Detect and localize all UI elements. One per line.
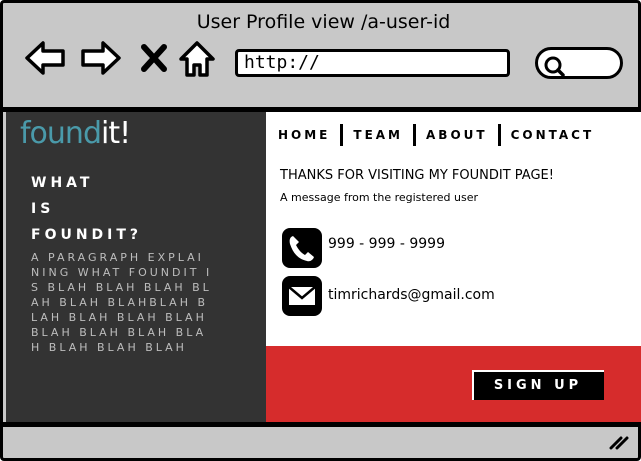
phone-icon: [282, 228, 322, 268]
email-address[interactable]: timrichards@gmail.com: [328, 287, 495, 303]
heading-line-2: IS: [31, 201, 55, 217]
back-button[interactable]: [23, 37, 67, 79]
window-title: User Profile view /a-user-id: [196, 11, 451, 33]
nav-team[interactable]: TEAM: [343, 128, 413, 142]
close-icon: [141, 44, 167, 72]
page-heading: THANKS FOR VISITING MY FOUNDIT PAGE!: [280, 168, 554, 183]
nav-about[interactable]: ABOUT: [416, 128, 498, 142]
phone-number: 999 - 999 - 9999: [328, 236, 445, 252]
status-divider: [3, 422, 641, 427]
resize-handle-icon[interactable]: [609, 434, 629, 454]
heading-line-1: WHAT: [31, 175, 94, 191]
logo[interactable]: foundit!: [20, 116, 131, 151]
logo-found: found: [20, 116, 102, 151]
sidebar-heading: WHAT IS FOUNDIT?: [31, 172, 181, 246]
main-content: HOME TEAM ABOUT CONTACT THANKS FOR VISIT…: [266, 112, 641, 422]
nav-contact[interactable]: CONTACT: [501, 128, 605, 142]
stop-button[interactable]: [137, 37, 171, 79]
top-nav: HOME TEAM ABOUT CONTACT: [278, 124, 604, 146]
heading-line-3: FOUNDIT?: [31, 227, 143, 243]
nav-home[interactable]: HOME: [278, 128, 340, 142]
home-button[interactable]: [177, 37, 217, 79]
right-arrow-icon: [81, 41, 121, 75]
left-arrow-icon: [25, 41, 65, 75]
home-icon: [179, 41, 215, 77]
page-subheading: A message from the registered user: [280, 191, 479, 204]
search-field[interactable]: [535, 47, 623, 79]
logo-it: it!: [101, 116, 131, 151]
signup-band: SIGN UP: [266, 346, 641, 422]
envelope-icon: [282, 276, 322, 316]
sidebar: foundit! WHAT IS FOUNDIT? A PARAGRAPH EX…: [6, 112, 266, 422]
sidebar-paragraph: A PARAGRAPH EXPLAINING WHAT FOUNDIT IS B…: [31, 251, 213, 354]
forward-button[interactable]: [79, 37, 123, 79]
url-input[interactable]: http://: [235, 49, 510, 77]
sign-up-button[interactable]: SIGN UP: [472, 370, 604, 400]
search-icon: [544, 56, 565, 77]
browser-window: User Profile view /a-user-id http:// fou…: [0, 0, 641, 461]
